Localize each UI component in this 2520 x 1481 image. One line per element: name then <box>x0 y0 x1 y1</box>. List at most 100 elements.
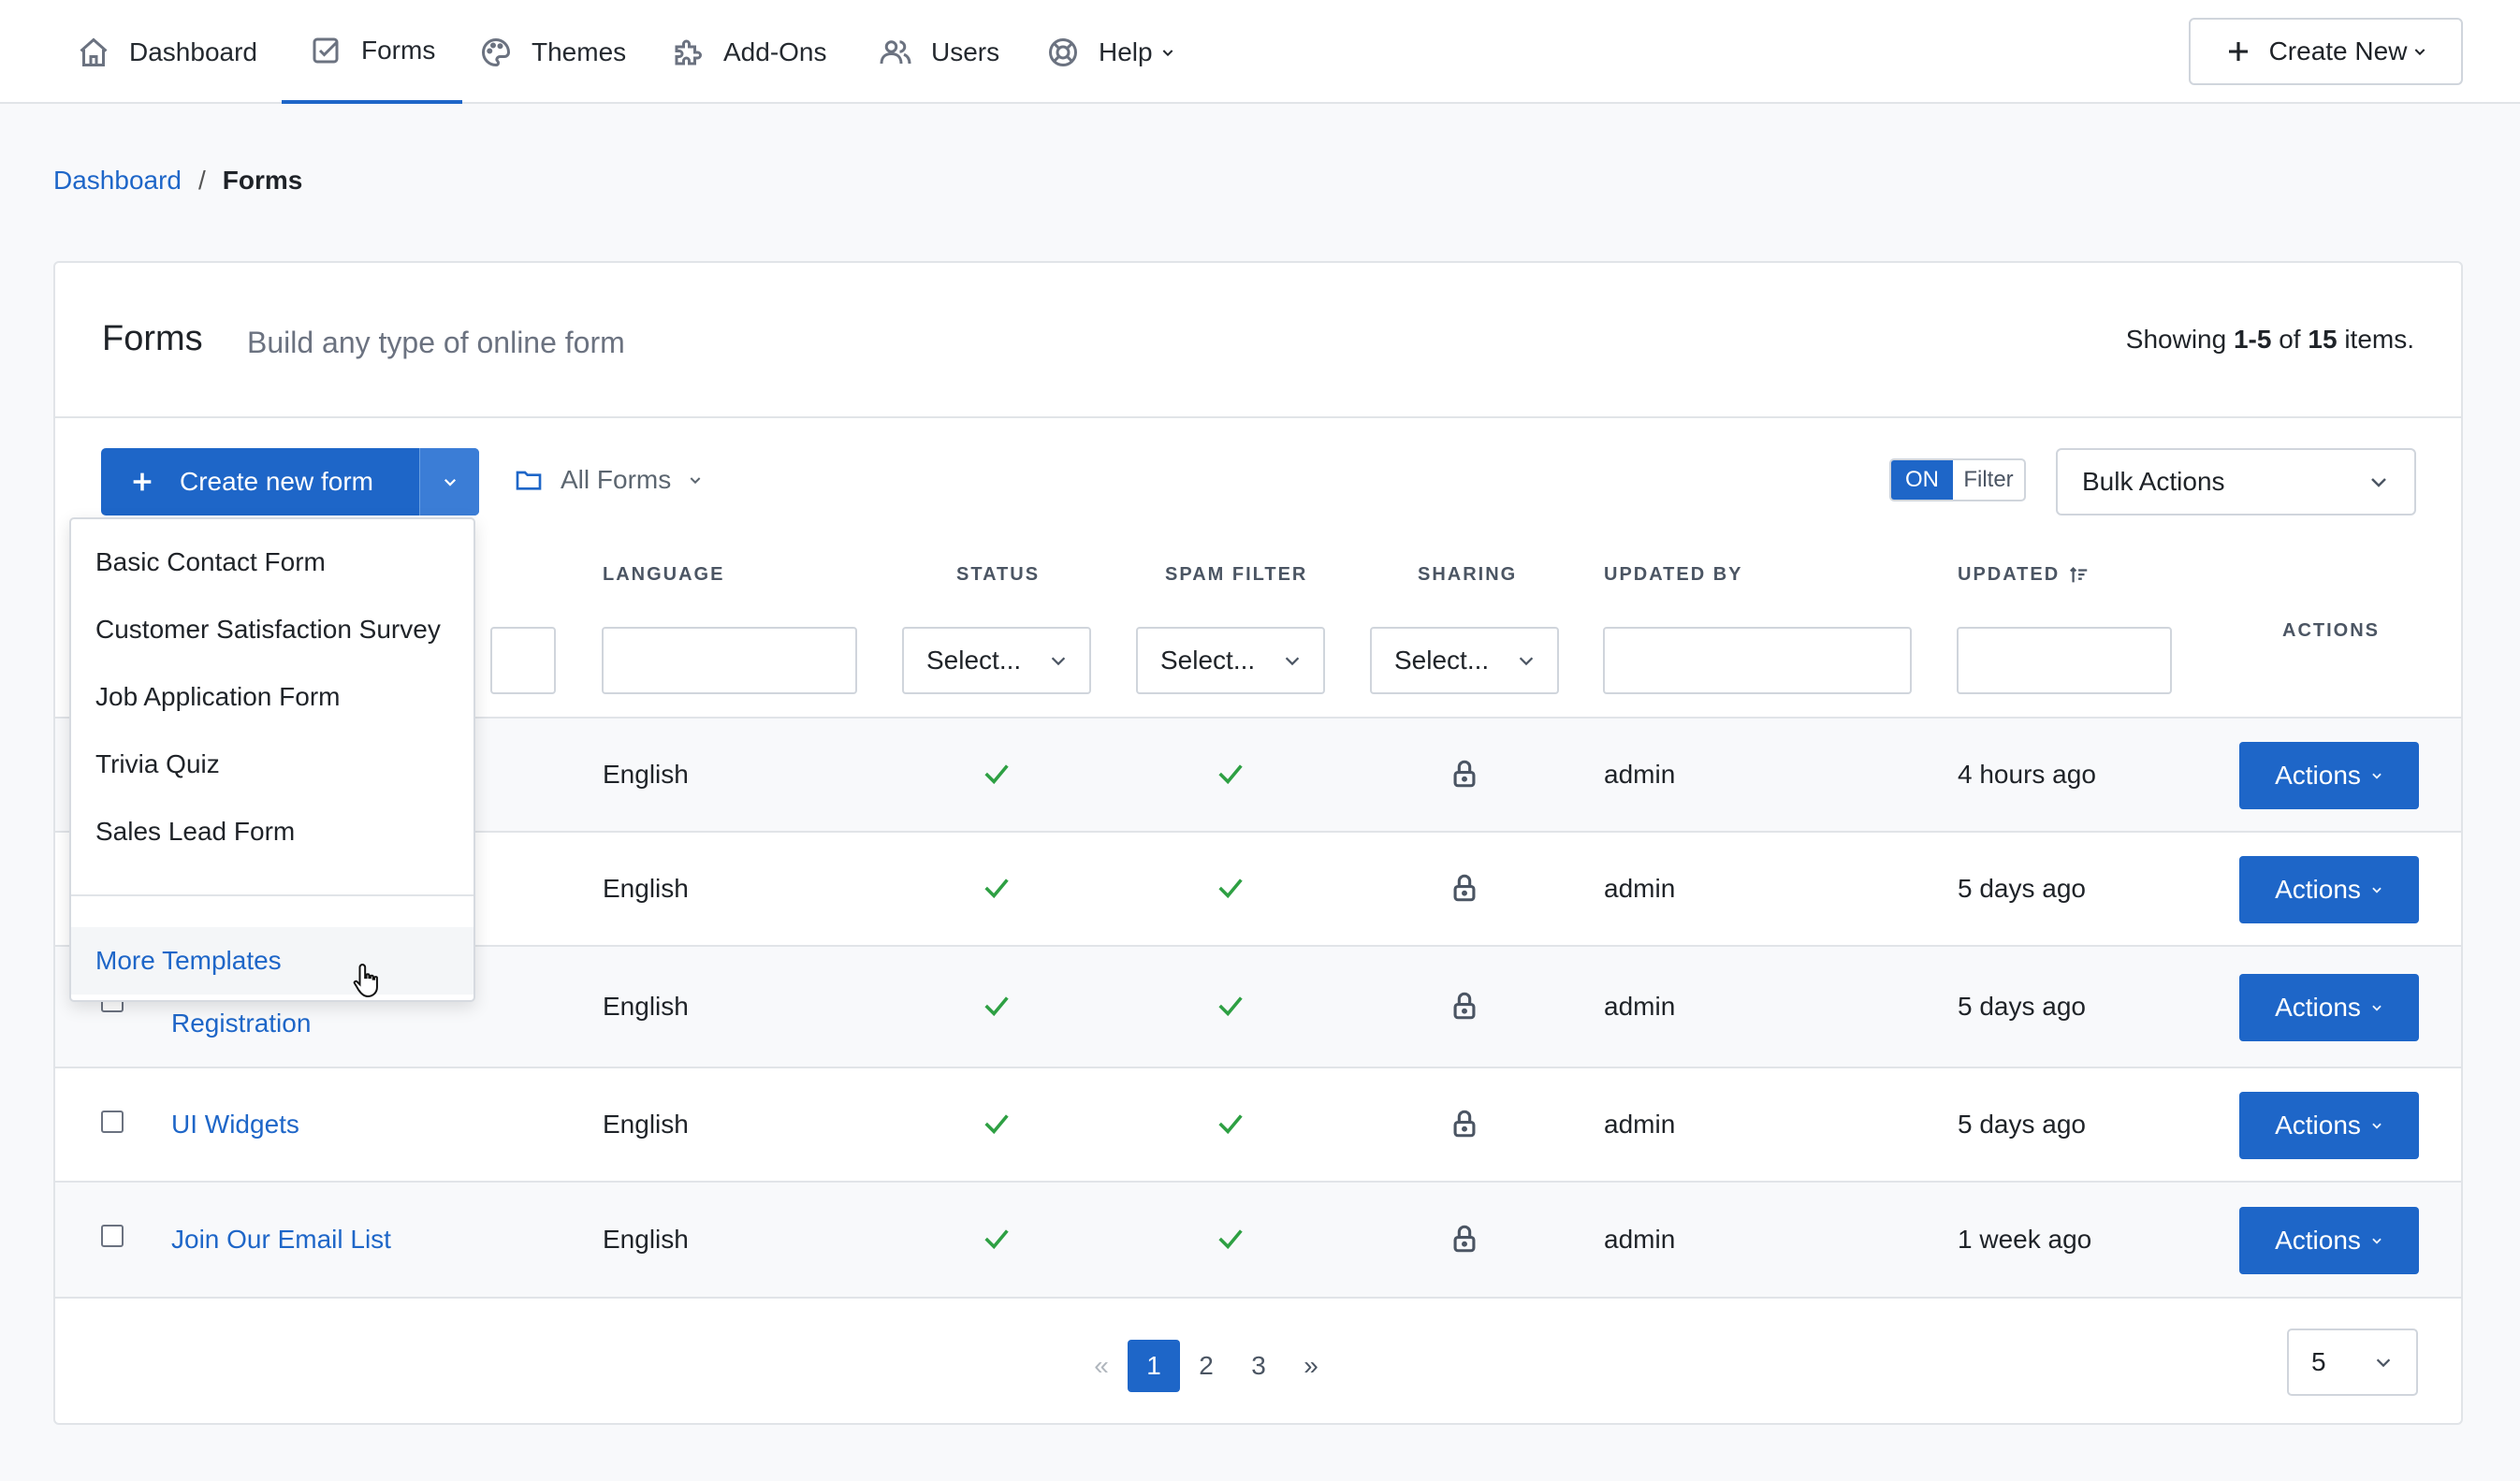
create-form-split-button: Create new form <box>101 448 479 515</box>
folder-label: All Forms <box>561 465 672 494</box>
updated-filter-input[interactable] <box>1957 627 2172 694</box>
name-filter-input[interactable] <box>490 627 556 694</box>
chevron-down-icon <box>1162 49 1173 56</box>
menu-item-template[interactable]: Basic Contact Form <box>95 547 326 577</box>
row-actions-label: Actions <box>2275 993 2361 1022</box>
chevron-down-icon <box>1519 657 1534 666</box>
users-icon <box>880 39 911 64</box>
row-updated-by: admin <box>1604 1110 1676 1139</box>
chevron-down-icon <box>2372 1123 2382 1129</box>
menu-item-template[interactable]: Trivia Quiz <box>95 749 220 779</box>
nav-label-dashboard: Dashboard <box>129 36 257 66</box>
pagination-page[interactable]: 3 <box>1232 1340 1285 1392</box>
row-actions-button[interactable]: Actions <box>2239 1092 2419 1159</box>
lock-icon <box>1449 1223 1480 1255</box>
chevron-down-icon <box>1051 657 1066 666</box>
create-form-dropdown-toggle[interactable] <box>419 448 479 515</box>
spam-filter-select[interactable]: Select... <box>1136 627 1325 694</box>
card-header: Forms Build any type of online form Show… <box>55 263 2461 418</box>
spam-check-icon <box>1215 990 1246 1022</box>
row-actions-button[interactable]: Actions <box>2239 742 2419 809</box>
language-filter-input[interactable] <box>602 627 857 694</box>
hand-cursor-icon <box>353 964 378 997</box>
table-row: Join Our Email List English admin 1 week… <box>55 1181 2461 1297</box>
column-header-actions: ACTIONS <box>2282 620 2380 641</box>
column-header-status: STATUS <box>956 564 1041 585</box>
row-language: English <box>603 874 689 903</box>
row-actions-button[interactable]: Actions <box>2239 974 2419 1041</box>
top-navigation: Dashboard Forms Themes Add-Ons Users Hel… <box>0 0 2520 104</box>
lock-icon <box>1449 758 1480 790</box>
create-form-button[interactable]: Create new form <box>101 448 419 515</box>
filter-toggle-on: ON <box>1891 460 1953 500</box>
page-subtitle: Build any type of online form <box>247 326 625 359</box>
nav-item-help[interactable]: Help <box>1046 0 1175 104</box>
row-checkbox[interactable] <box>101 1225 124 1247</box>
status-check-icon <box>981 758 1012 790</box>
plus-icon <box>133 472 152 491</box>
chevron-down-icon <box>1285 657 1300 666</box>
pagination-page[interactable]: 2 <box>1180 1340 1232 1392</box>
showing-suffix: items. <box>2344 325 2414 354</box>
nav-item-forms[interactable]: Forms <box>282 0 463 104</box>
pagination-next[interactable]: » <box>1285 1340 1337 1392</box>
showing-of: of <box>2279 325 2301 354</box>
pagination-prev[interactable]: « <box>1075 1340 1128 1392</box>
breadcrumb: Dashboard / Forms <box>53 166 302 196</box>
per-page-select[interactable]: 5 <box>2287 1329 2418 1396</box>
folder-selector[interactable]: All Forms <box>514 461 703 499</box>
row-actions-label: Actions <box>2275 1111 2361 1140</box>
nav-item-dashboard[interactable]: Dashboard <box>77 0 257 104</box>
row-language: English <box>603 1110 689 1139</box>
column-header-updated[interactable]: UPDATED <box>1958 564 2090 586</box>
showing-prefix: Showing <box>2125 325 2227 354</box>
palette-icon <box>482 37 511 66</box>
nav-item-addons[interactable]: Add-Ons <box>671 0 827 104</box>
chevron-down-icon <box>2371 478 2386 487</box>
status-filter-select[interactable]: Select... <box>902 627 1091 694</box>
breadcrumb-dashboard-link[interactable]: Dashboard <box>53 166 182 196</box>
more-templates-link[interactable]: More Templates <box>71 927 473 995</box>
status-check-icon <box>981 1223 1012 1255</box>
menu-item-template[interactable]: Customer Satisfaction Survey <box>95 615 441 645</box>
lock-icon <box>1449 1108 1480 1140</box>
row-actions-label: Actions <box>2275 875 2361 904</box>
nav-item-themes[interactable]: Themes <box>479 0 626 104</box>
pagination-page[interactable]: 1 <box>1128 1340 1180 1392</box>
pagination: « 1 2 3 » <box>1075 1340 1337 1392</box>
row-updated-by: admin <box>1604 874 1676 903</box>
row-form-name-link[interactable]: Join Our Email List <box>171 1225 391 1255</box>
row-actions-button[interactable]: Actions <box>2239 1207 2419 1274</box>
spam-check-icon <box>1215 1108 1246 1140</box>
folder-icon <box>516 471 542 490</box>
nav-item-users[interactable]: Users <box>879 0 999 104</box>
spam-check-icon <box>1215 758 1246 790</box>
column-header-updated-label: UPDATED <box>1958 564 2061 585</box>
updated-by-filter-input[interactable] <box>1603 627 1912 694</box>
home-icon <box>80 36 108 66</box>
row-actions-button[interactable]: Actions <box>2239 856 2419 923</box>
nav-label-users: Users <box>931 36 1000 66</box>
page-title: Forms <box>102 319 203 358</box>
row-form-name-link[interactable]: UI Widgets <box>171 1110 299 1140</box>
sharing-filter-value: Select... <box>1394 646 1490 675</box>
nav-label-forms: Forms <box>361 35 436 65</box>
chevron-down-icon <box>2372 773 2382 779</box>
bulk-actions-select[interactable]: Bulk Actions <box>2056 448 2416 515</box>
create-new-label: Create New <box>2268 36 2408 65</box>
row-updated: 4 hours ago <box>1958 760 2096 789</box>
status-check-icon <box>981 990 1012 1022</box>
menu-item-template[interactable]: Sales Lead Form <box>95 817 295 847</box>
lifebuoy-icon <box>1049 37 1077 66</box>
column-header-language: LANGUAGE <box>603 564 725 585</box>
row-updated-by: admin <box>1604 1225 1676 1254</box>
nav-label-help: Help <box>1099 36 1153 66</box>
filter-toggle-label: Filter <box>1963 467 2014 492</box>
menu-item-template[interactable]: Job Application Form <box>95 682 340 712</box>
filter-toggle[interactable]: ON Filter <box>1889 458 2026 501</box>
row-form-name-link[interactable]: Registration <box>171 1009 311 1038</box>
row-checkbox[interactable] <box>101 1111 124 1133</box>
create-new-button[interactable]: Create New <box>2189 18 2463 85</box>
sharing-filter-select[interactable]: Select... <box>1370 627 1559 694</box>
row-language: English <box>603 992 689 1021</box>
